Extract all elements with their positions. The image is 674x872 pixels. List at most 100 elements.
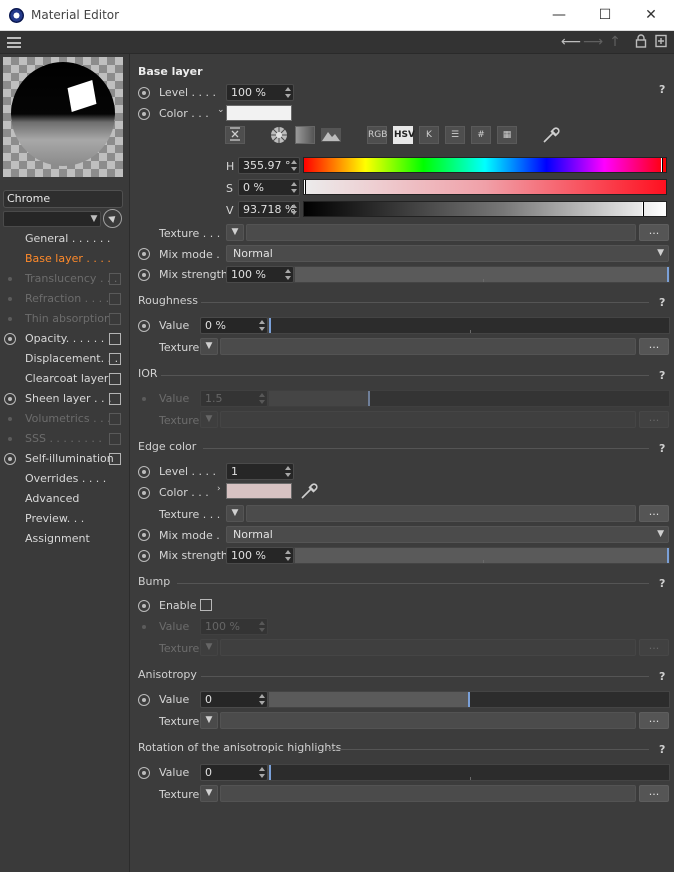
rotation-texture-browse-button[interactable]: ... — [639, 785, 669, 802]
channel-enable-checkbox[interactable] — [109, 373, 121, 385]
ior-help-icon[interactable]: ? — [659, 369, 665, 382]
nav-item[interactable]: General . . . . . . — [0, 230, 129, 248]
base-mixmode-dropdown[interactable]: Normal ▼ — [226, 245, 669, 262]
nav-item[interactable]: Clearcoat layer — [0, 370, 129, 388]
rotation-section-title[interactable]: Rotation of the anisotropic highlights — [138, 741, 341, 755]
swatches-mode-button[interactable]: ▦ — [497, 126, 517, 144]
material-preview[interactable] — [3, 57, 123, 177]
hex-mode-button[interactable]: # — [471, 126, 491, 144]
rotation-value-anim-icon[interactable] — [138, 767, 150, 779]
base-color-anim-icon[interactable] — [138, 108, 150, 120]
rotation-value-input[interactable]: 0 — [200, 764, 268, 781]
nav-item[interactable]: Preview. . . — [0, 510, 129, 528]
rotation-texture-menu[interactable]: ▼ — [200, 785, 218, 802]
edge-texture-menu[interactable]: ▼ — [226, 505, 244, 522]
edge-texture-browse-button[interactable]: ... — [639, 505, 669, 522]
spectrum-icon[interactable] — [295, 126, 315, 144]
base-level-input[interactable]: 100 % — [226, 84, 294, 101]
bump-section-title[interactable]: Bump — [138, 575, 170, 589]
eyedropper-icon[interactable] — [299, 482, 319, 503]
base-level-anim-icon[interactable] — [138, 87, 150, 99]
hamburger-menu-icon[interactable] — [7, 37, 21, 48]
animation-radio-icon[interactable] — [4, 453, 16, 465]
anisotropy-texture-browse-button[interactable]: ... — [639, 712, 669, 729]
edge-mixstrength-input[interactable]: 100 % — [226, 547, 294, 564]
nav-item[interactable]: Sheen layer . . . — [0, 390, 129, 408]
anisotropy-texture-field[interactable] — [220, 712, 636, 729]
base-texture-field[interactable] — [246, 224, 636, 241]
anisotropy-help-icon[interactable]: ? — [659, 670, 665, 683]
arrow-left-icon[interactable]: ⟵ — [561, 34, 581, 51]
base-mixstrength-anim-icon[interactable] — [138, 269, 150, 281]
base-texture-browse-button[interactable]: ... — [639, 224, 669, 241]
roughness-help-icon[interactable]: ? — [659, 296, 665, 309]
hue-slider[interactable] — [303, 157, 667, 173]
chevron-down-icon[interactable]: ▼ — [88, 212, 100, 226]
edge-color-swatch[interactable] — [226, 483, 292, 499]
channel-enable-checkbox[interactable] — [109, 353, 121, 365]
maximize-button[interactable]: ☐ — [582, 0, 628, 31]
anisotropy-slider[interactable] — [268, 691, 670, 708]
roughness-texture-menu[interactable]: ▼ — [200, 338, 218, 355]
base-texture-menu[interactable]: ▼ — [226, 224, 244, 241]
bump-enable-checkbox[interactable] — [200, 599, 212, 611]
bump-enable-anim-icon[interactable] — [138, 600, 150, 612]
roughness-texture-field[interactable] — [220, 338, 636, 355]
edge-color-section-title[interactable]: Edge color — [138, 440, 196, 454]
anisotropy-texture-menu[interactable]: ▼ — [200, 712, 218, 729]
anisotropy-value-input[interactable]: 0 — [200, 691, 268, 708]
channel-enable-checkbox[interactable] — [109, 453, 121, 465]
eyedropper-icon[interactable] — [541, 126, 561, 144]
arrow-right-icon[interactable]: ⟶ — [583, 34, 603, 51]
rotation-help-icon[interactable]: ? — [659, 743, 665, 756]
edge-level-anim-icon[interactable] — [138, 466, 150, 478]
value-input[interactable]: 93.718 % — [238, 201, 300, 218]
base-mixmode-anim-icon[interactable] — [138, 248, 150, 260]
roughness-slider[interactable] — [268, 317, 670, 334]
saturation-input[interactable]: 0 % — [238, 179, 300, 196]
animation-radio-icon[interactable] — [4, 393, 16, 405]
edge-help-icon[interactable]: ? — [659, 442, 665, 455]
base-mixstrength-input[interactable]: 100 % — [226, 266, 294, 283]
channel-enable-checkbox[interactable] — [109, 393, 121, 405]
anisotropy-value-anim-icon[interactable] — [138, 694, 150, 706]
nav-item[interactable]: Assignment — [0, 530, 129, 548]
ior-section-title[interactable]: IOR — [138, 367, 158, 381]
arrow-up-icon[interactable]: ↑ — [607, 34, 623, 51]
rotation-texture-field[interactable] — [220, 785, 636, 802]
value-slider[interactable] — [303, 201, 667, 217]
anisotropy-section-title[interactable]: Anisotropy — [138, 668, 197, 682]
picker-options-icon[interactable] — [225, 126, 245, 144]
edge-mixmode-anim-icon[interactable] — [138, 529, 150, 541]
edge-mixstrength-slider[interactable] — [294, 547, 670, 564]
color-wheel-icon[interactable] — [269, 126, 289, 144]
channel-enable-checkbox[interactable] — [109, 333, 121, 345]
roughness-texture-browse-button[interactable]: ... — [639, 338, 669, 355]
nav-item[interactable]: Base layer . . . . — [0, 250, 129, 268]
nav-item[interactable]: Overrides . . . . — [0, 470, 129, 488]
material-combo[interactable] — [3, 211, 101, 227]
roughness-value-input[interactable]: 0 % — [200, 317, 268, 334]
new-window-icon[interactable] — [654, 34, 668, 51]
material-name-field[interactable]: Chrome — [3, 190, 123, 208]
close-button[interactable]: ✕ — [628, 0, 674, 31]
nav-item[interactable]: Advanced — [0, 490, 129, 508]
hsv-mode-button[interactable]: HSV — [393, 126, 415, 144]
chevron-right-icon[interactable]: › — [217, 484, 221, 494]
roughness-value-anim-icon[interactable] — [138, 320, 150, 332]
animation-radio-icon[interactable] — [4, 333, 16, 345]
nav-item[interactable]: Self-illumination — [0, 450, 129, 468]
base-mixstrength-slider[interactable] — [294, 266, 670, 283]
pick-cursor-icon[interactable] — [103, 209, 122, 228]
kelvin-mode-button[interactable]: K — [419, 126, 439, 144]
chevron-down-icon[interactable]: ⌄ — [217, 105, 225, 115]
lock-icon[interactable] — [634, 34, 648, 51]
mixer-mode-button[interactable]: ☰ — [445, 126, 465, 144]
edge-level-input[interactable]: 1 — [226, 463, 294, 480]
edge-color-anim-icon[interactable] — [138, 487, 150, 499]
roughness-section-title[interactable]: Roughness — [138, 294, 198, 308]
rotation-slider[interactable] — [268, 764, 670, 781]
nav-item[interactable]: Displacement. . . — [0, 350, 129, 368]
base-help-icon[interactable]: ? — [659, 83, 665, 96]
edge-mixstrength-anim-icon[interactable] — [138, 550, 150, 562]
